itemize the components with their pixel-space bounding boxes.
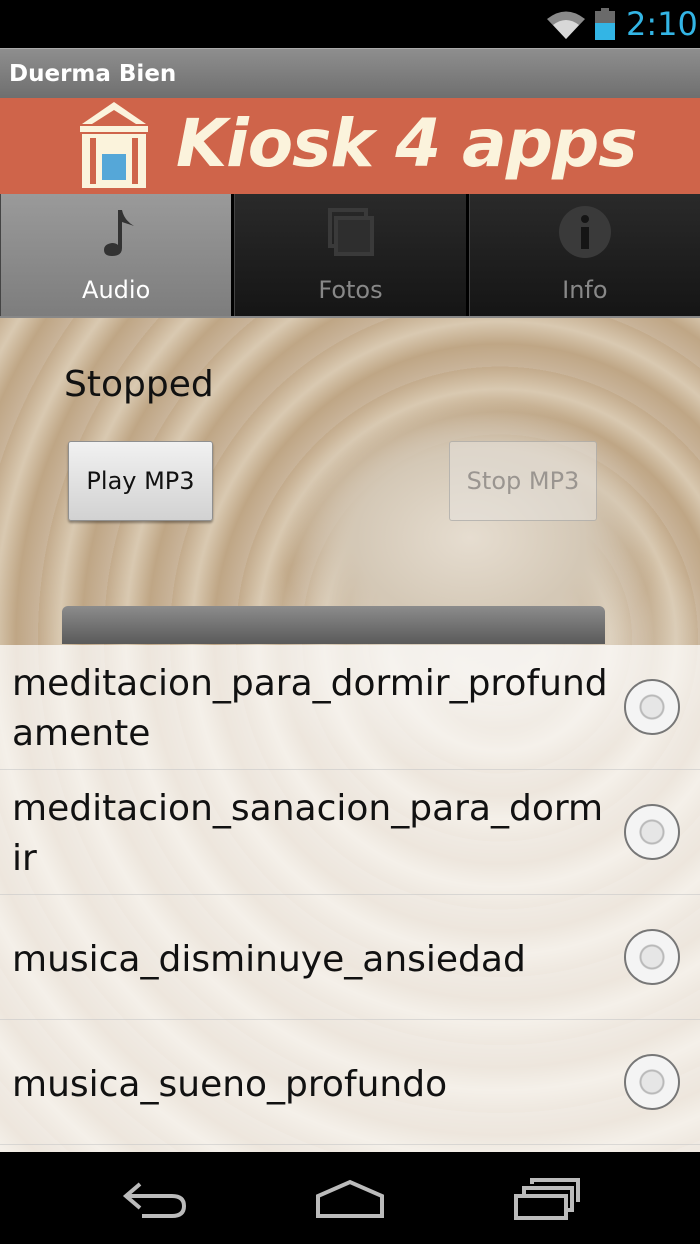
- navigation-bar: [0, 1152, 700, 1244]
- tab-audio[interactable]: Audio: [0, 194, 235, 316]
- status-bar: 2:10: [0, 0, 700, 48]
- info-icon: [558, 206, 611, 258]
- tab-fotos-label: Fotos: [318, 276, 383, 304]
- kiosk-logo-icon: [80, 102, 148, 188]
- brand-banner: Kiosk 4 apps: [0, 98, 700, 194]
- tab-fotos[interactable]: Fotos: [234, 194, 469, 316]
- progress-bar: [62, 606, 605, 644]
- list-item[interactable]: musica_sueno_profundo: [0, 1020, 700, 1145]
- player-status: Stopped: [64, 364, 214, 405]
- music-note-icon: [104, 210, 135, 256]
- tab-info-label: Info: [562, 276, 608, 304]
- tab-bar: Audio Fotos Info: [0, 194, 700, 318]
- list-item[interactable]: meditacion_para_dormir_profundamente: [0, 645, 700, 770]
- title-bar: Duerma Bien: [0, 48, 700, 98]
- radio-button[interactable]: [624, 1054, 680, 1110]
- track-list: meditacion_para_dormir_profundamente med…: [0, 645, 700, 1152]
- track-label: meditacion_sanacion_para_dormir: [12, 788, 604, 879]
- track-label: musica_disminuye_ansiedad: [12, 939, 526, 980]
- track-label: musica_sueno_profundo: [12, 1064, 448, 1105]
- back-icon[interactable]: [122, 1176, 190, 1220]
- content-area: Stopped Play MP3 Stop MP3 meditacion_par…: [0, 318, 700, 1152]
- battery-icon: [595, 8, 615, 40]
- tab-info[interactable]: Info: [468, 194, 700, 316]
- radio-button[interactable]: [624, 679, 680, 735]
- list-item[interactable]: musica_disminuye_ansiedad: [0, 895, 700, 1020]
- stop-mp3-button[interactable]: Stop MP3: [449, 441, 597, 521]
- wifi-icon: [547, 11, 585, 39]
- home-icon[interactable]: [314, 1176, 386, 1220]
- brand-logo-text: Kiosk 4 apps: [176, 105, 637, 182]
- track-label: meditacion_para_dormir_profundamente: [12, 663, 608, 754]
- list-item[interactable]: meditacion_sanacion_para_dormir: [0, 770, 700, 895]
- radio-button[interactable]: [624, 929, 680, 985]
- app-title: Duerma Bien: [9, 61, 177, 87]
- photos-icon: [328, 208, 375, 256]
- radio-button[interactable]: [624, 804, 680, 860]
- recents-icon[interactable]: [512, 1176, 580, 1220]
- player-panel: Stopped Play MP3 Stop MP3: [0, 318, 700, 645]
- tab-audio-label: Audio: [82, 276, 151, 304]
- clock: 2:10: [626, 5, 698, 43]
- play-mp3-button[interactable]: Play MP3: [68, 441, 213, 521]
